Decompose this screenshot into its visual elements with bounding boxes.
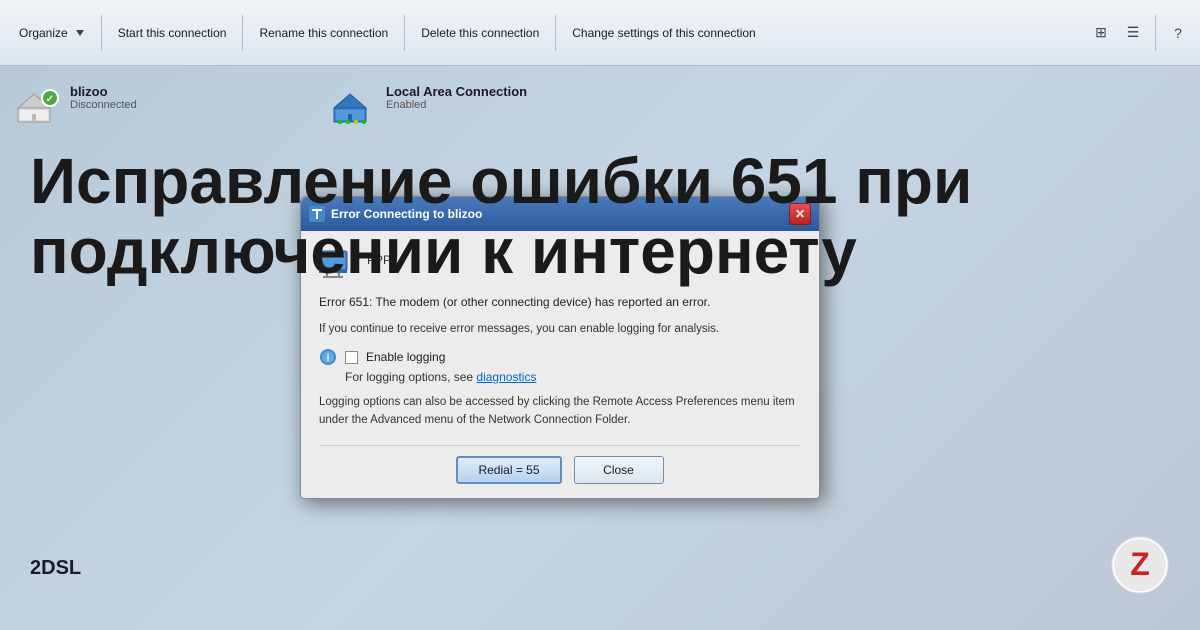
toolbar-separator-5 xyxy=(1155,15,1156,51)
rename-connection-button[interactable]: Rename this connection xyxy=(249,11,398,55)
blizoo-status: Disconnected xyxy=(70,99,137,111)
overlay-text-block: Исправление ошибки 651 при подключении к… xyxy=(30,146,1080,287)
logging-prompt-text: If you continue to receive error message… xyxy=(319,321,801,338)
organize-chevron-icon xyxy=(76,30,84,36)
organize-label: Organize xyxy=(19,26,68,40)
change-settings-button[interactable]: Change settings of this connection xyxy=(562,11,765,55)
toolbar-separator-3 xyxy=(404,15,405,51)
local-area-name: Local Area Connection xyxy=(386,84,527,99)
toolbar-separator-1 xyxy=(101,15,102,51)
enable-logging-checkbox[interactable] xyxy=(345,351,358,364)
logging-info-text: Logging options can also be accessed by … xyxy=(319,394,801,429)
enable-logging-row: i Enable logging xyxy=(319,348,801,366)
start-connection-button[interactable]: Start this connection xyxy=(108,11,237,55)
delete-label: Delete this connection xyxy=(421,26,539,40)
toolbar: Organize Start this connection Rename th… xyxy=(0,0,1200,66)
redial-label: Redial = 55 xyxy=(478,463,539,477)
logging-info-section: Logging options can also be accessed by … xyxy=(319,394,801,429)
start-connection-label: Start this connection xyxy=(118,26,227,40)
toolbar-separator-4 xyxy=(555,15,556,51)
svg-text:✓: ✓ xyxy=(46,94,54,105)
close-button[interactable]: Close xyxy=(574,456,664,484)
diagnostics-link[interactable]: diagnostics xyxy=(476,370,536,384)
logging-prompt-section: If you continue to receive error message… xyxy=(319,321,801,338)
z-logo: Z xyxy=(1110,535,1170,595)
network-item-local[interactable]: Local Area Connection Enabled xyxy=(330,80,527,128)
local-area-status: Enabled xyxy=(386,99,527,111)
error-text-section: Error 651: The modem (or other connectin… xyxy=(319,293,801,311)
view-toggle-button[interactable]: ⊞ xyxy=(1087,19,1115,47)
error-text: Error 651: The modem (or other connectin… xyxy=(319,293,801,311)
close-btn-label: Close xyxy=(603,463,634,477)
blizoo-info: blizoo Disconnected xyxy=(70,80,137,111)
overlay-title: Исправление ошибки 651 при подключении к… xyxy=(30,146,1080,287)
delete-connection-button[interactable]: Delete this connection xyxy=(411,11,549,55)
diagnostics-prefix: For logging options, see xyxy=(345,370,476,384)
dialog-buttons: Redial = 55 Close xyxy=(319,445,801,484)
svg-text:i: i xyxy=(327,353,330,364)
enable-logging-label: Enable logging xyxy=(366,350,445,364)
logging-icon: i xyxy=(319,348,337,366)
diagnostics-row: For logging options, see diagnostics xyxy=(345,370,801,384)
redial-button[interactable]: Redial = 55 xyxy=(456,456,561,484)
help-button[interactable]: ? xyxy=(1164,19,1192,47)
network-item-blizoo[interactable]: ✓ blizoo Disconnected xyxy=(14,80,137,128)
local-area-info: Local Area Connection Enabled xyxy=(386,80,527,111)
view-list-button[interactable]: ☰ xyxy=(1119,19,1147,47)
toolbar-separator-2 xyxy=(242,15,243,51)
rename-label: Rename this connection xyxy=(259,26,388,40)
blizoo-icon: ✓ xyxy=(14,80,62,128)
brand-label: 2DSL xyxy=(30,557,81,580)
local-area-icon xyxy=(330,80,378,128)
main-content-area: ✓ blizoo Disconnected Local Area Connect… xyxy=(0,66,1200,630)
change-settings-label: Change settings of this connection xyxy=(572,26,755,40)
svg-text:Z: Z xyxy=(1130,546,1150,582)
toolbar-right: ⊞ ☰ ? xyxy=(1087,15,1192,51)
blizoo-name: blizoo xyxy=(70,84,137,99)
organize-button[interactable]: Organize xyxy=(8,11,95,55)
